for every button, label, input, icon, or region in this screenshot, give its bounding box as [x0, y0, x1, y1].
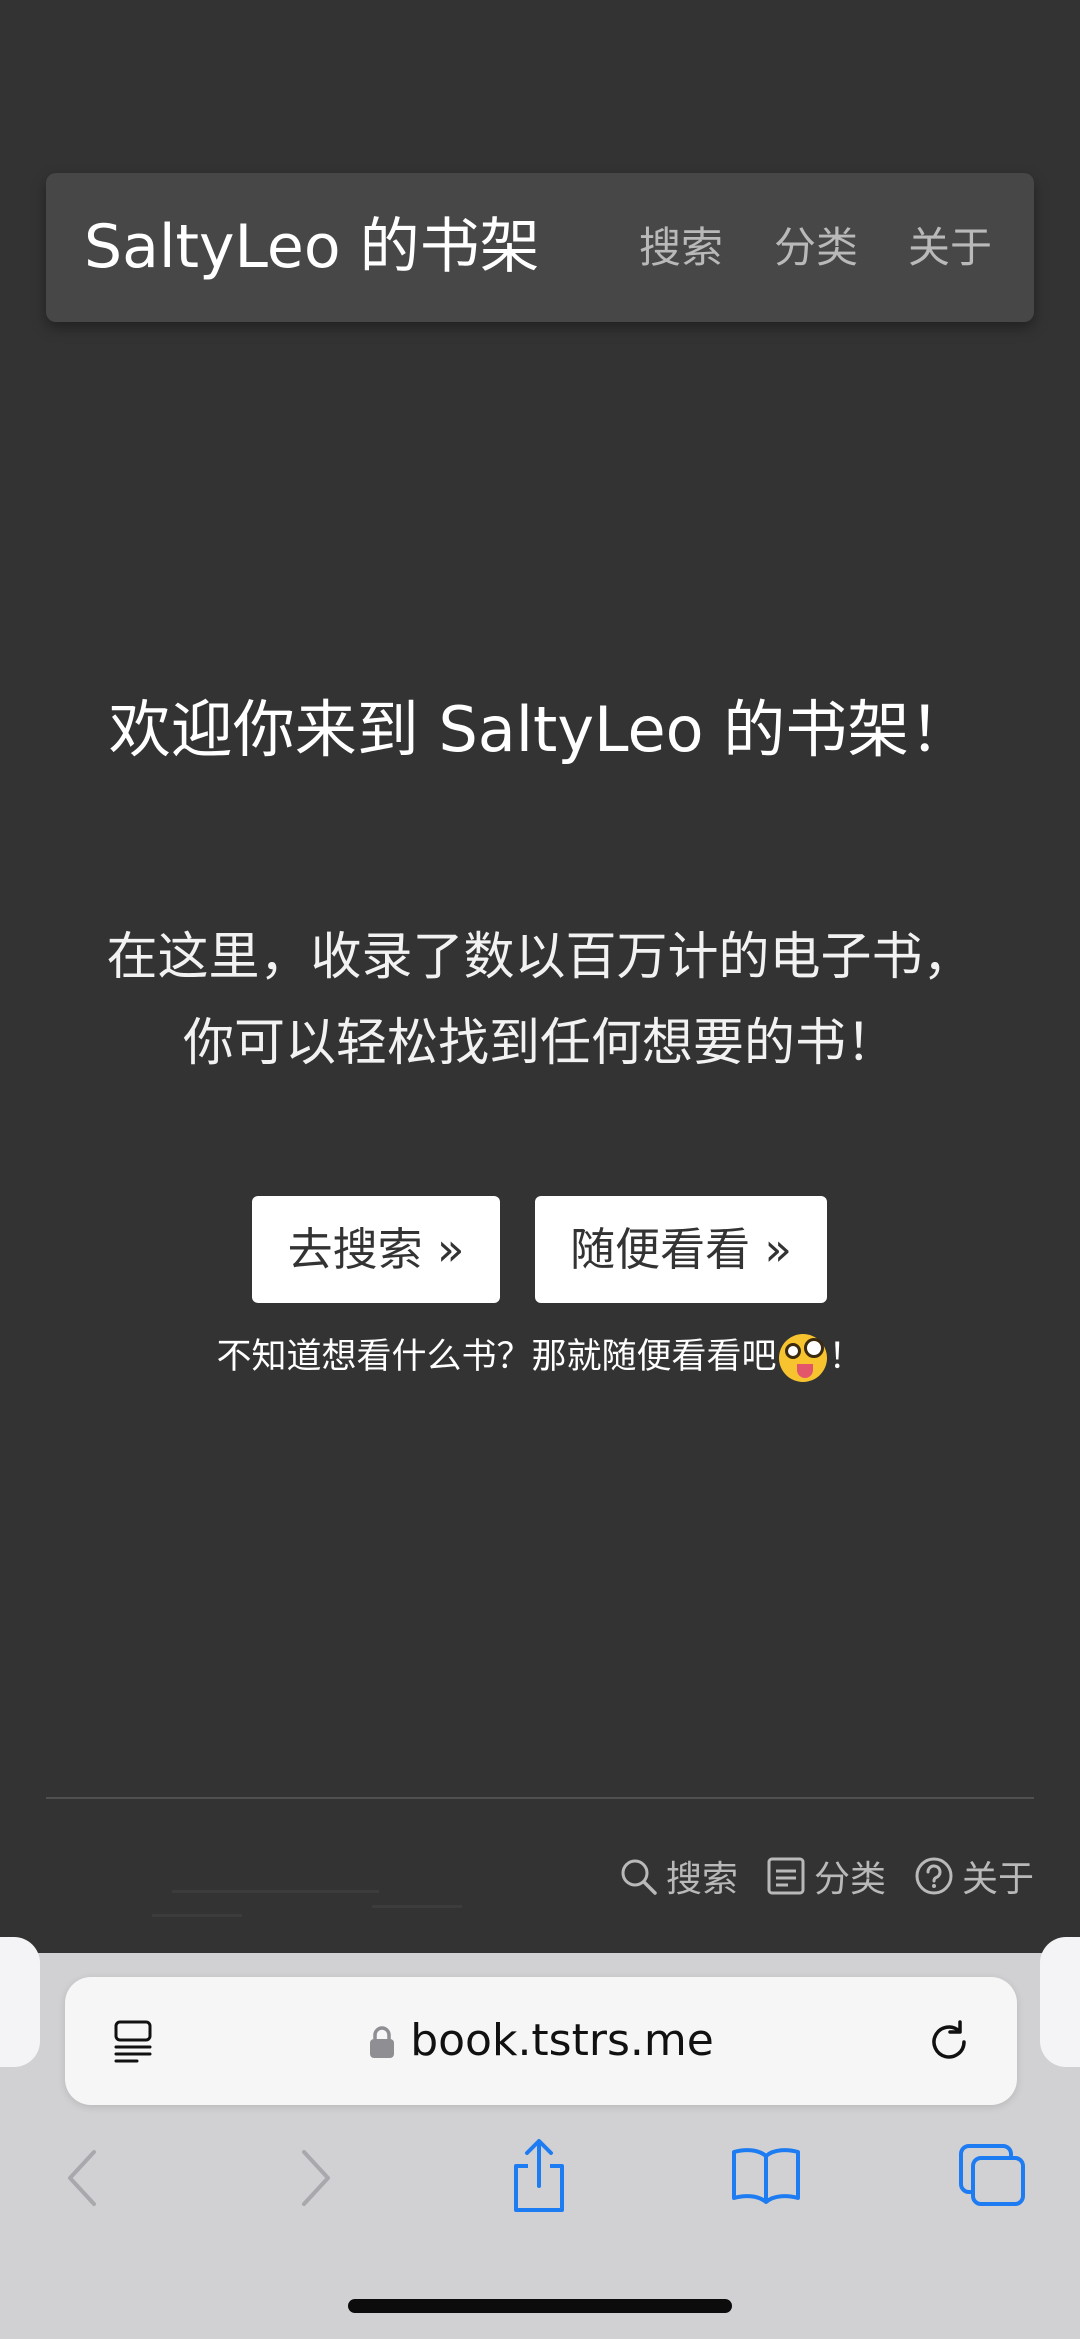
- site-header: SaltyLeo 的书架 搜索 分类 关于: [46, 173, 1034, 322]
- home-indicator[interactable]: [348, 2299, 732, 2313]
- search-icon: [621, 1859, 657, 1895]
- footer-about-label: 关于: [961, 1859, 1034, 1900]
- page: SaltyLeo 的书架 搜索 分类 关于 欢迎你来到 SaltyLeo 的书架…: [0, 0, 1080, 2339]
- bookmarks-icon[interactable]: [730, 2146, 802, 2204]
- previous-tab-preview[interactable]: [0, 1937, 40, 2067]
- share-icon[interactable]: [508, 2138, 570, 2214]
- footer-category-label: 分类: [813, 1859, 886, 1900]
- footer-search-link[interactable]: 搜索: [618, 1850, 738, 1902]
- hero-title: 欢迎你来到 SaltyLeo 的书架！: [108, 693, 972, 766]
- random-hint-end: ！: [828, 1337, 864, 1377]
- next-tab-preview[interactable]: [1040, 1937, 1080, 2067]
- nav-category-link[interactable]: 分类: [774, 173, 858, 322]
- footer-nav: 搜索 分类 关于: [590, 1846, 1034, 1906]
- nav-search-link[interactable]: 搜索: [639, 173, 723, 322]
- footer-about-link[interactable]: 关于: [914, 1850, 1034, 1902]
- footer-category-link[interactable]: 分类: [766, 1850, 886, 1902]
- footer-placeholder-line: [172, 1890, 379, 1893]
- question-icon: [915, 1857, 953, 1895]
- random-hint: 不知道想看什么书？那就随便看看吧 ！: [0, 1327, 1080, 1387]
- footer-search-label: 搜索: [665, 1859, 738, 1900]
- document-icon: [767, 1857, 805, 1895]
- reload-icon[interactable]: [926, 2019, 972, 2065]
- address-bar[interactable]: book.tstrs.me: [65, 1977, 1017, 2105]
- footer-placeholder-line: [372, 1905, 462, 1908]
- nav-about-link[interactable]: 关于: [908, 173, 992, 322]
- random-browse-button[interactable]: 随便看看 »: [535, 1196, 827, 1303]
- hero-description-line-2: 你可以轻松找到任何想要的书！: [182, 1014, 897, 1073]
- url-display[interactable]: book.tstrs.me: [65, 1977, 1017, 2105]
- tabs-icon[interactable]: [958, 2143, 1028, 2209]
- hero-description-line-1: 在这里，收录了数以百万计的电子书，: [106, 928, 974, 987]
- site-title[interactable]: SaltyLeo 的书架: [84, 173, 540, 322]
- footer-divider: [46, 1797, 1034, 1799]
- back-icon[interactable]: [62, 2148, 102, 2208]
- url-text: book.tstrs.me: [410, 2015, 714, 2066]
- hero-description: 在这里，收录了数以百万计的电子书， 你可以轻松找到任何想要的书！: [40, 915, 1040, 1087]
- lock-icon: [370, 2026, 395, 2058]
- forward-icon[interactable]: [296, 2148, 336, 2208]
- random-hint-text: 不知道想看什么书？那就随便看看吧: [216, 1337, 777, 1377]
- go-search-button[interactable]: 去搜索 »: [252, 1196, 500, 1303]
- footer-placeholder-line: [152, 1914, 242, 1917]
- zany-face-icon: [778, 1334, 827, 1382]
